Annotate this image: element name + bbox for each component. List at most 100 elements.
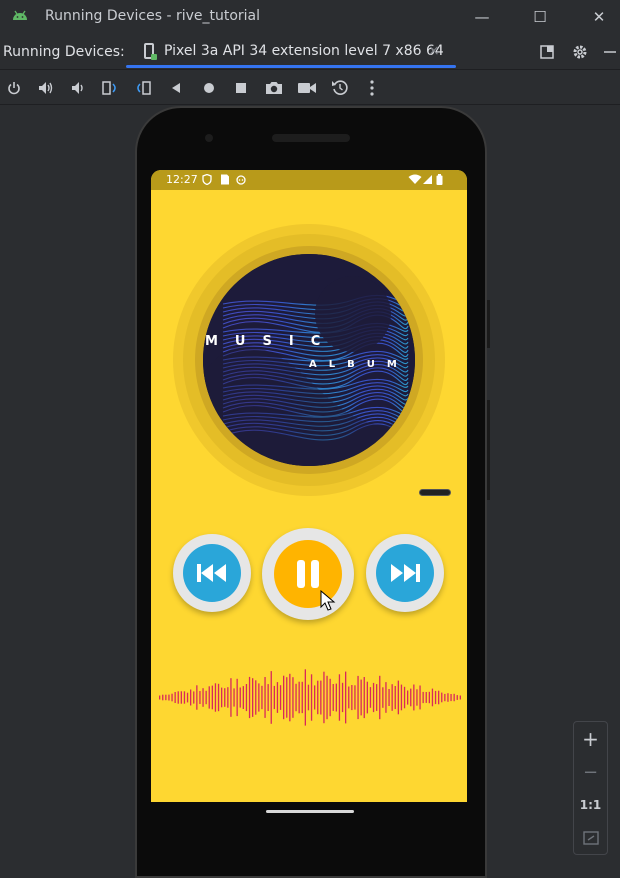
waveform-bar <box>388 689 390 706</box>
waveform-bar <box>264 677 266 718</box>
home-indicator[interactable] <box>266 810 354 813</box>
waveform-bar <box>379 675 381 720</box>
waveform-bar <box>239 687 241 708</box>
zoom-out-button[interactable]: − <box>574 757 607 787</box>
device-toolbar <box>0 71 620 105</box>
power-side-button[interactable] <box>487 300 490 348</box>
waveform-bar <box>304 669 306 726</box>
pause-icon <box>297 560 319 588</box>
layout-icon[interactable] <box>537 42 557 62</box>
gear-icon[interactable] <box>570 42 590 62</box>
waveform-bar <box>438 690 440 705</box>
waveform-bar <box>419 685 421 710</box>
volume-up-icon[interactable] <box>35 77 57 99</box>
close-tab-icon[interactable]: × <box>428 43 440 59</box>
waveform-bar <box>354 685 356 710</box>
waveform-bar <box>310 674 313 721</box>
tool-window-header: Running Devices: Pixel 3a API 34 extensi… <box>0 34 620 70</box>
waveform-bar <box>242 686 244 709</box>
mouse-cursor-icon <box>320 590 336 611</box>
title-bar: Running Devices - rive_tutorial — ☐ ✕ <box>0 0 620 34</box>
waveform-bar <box>450 694 452 702</box>
play-pause-button[interactable] <box>262 528 354 620</box>
waveform-bar <box>369 687 372 708</box>
waveform-bar <box>431 688 434 707</box>
device-tab[interactable]: Pixel 3a API 34 extension level 7 x86 64… <box>126 34 456 70</box>
previous-track-button[interactable] <box>173 534 251 612</box>
running-devices-label: Running Devices: <box>3 44 125 60</box>
waveform-bar <box>211 685 213 710</box>
waveform-bar <box>441 692 443 703</box>
waveform-bar <box>335 683 337 712</box>
waveform-bar <box>258 683 260 712</box>
actual-size-button[interactable]: 1:1 <box>574 790 607 820</box>
waveform-bar <box>245 684 248 712</box>
waveform-bar <box>351 685 353 711</box>
waveform-bar <box>233 688 235 707</box>
maximize-button[interactable]: ☐ <box>529 6 551 28</box>
status-time: 12:27 <box>166 173 198 186</box>
waveform-bar <box>186 692 189 703</box>
minimize-icon[interactable] <box>600 42 620 62</box>
waveform-bar <box>456 695 458 700</box>
waveform-bar <box>190 689 192 706</box>
waveform-bar <box>338 674 341 721</box>
waveform-bar <box>283 675 285 720</box>
waveform-bar <box>177 691 179 704</box>
waveform-bar <box>341 682 344 713</box>
waveform-bar <box>407 690 409 705</box>
waveform-bar <box>357 675 359 720</box>
waveform-bar <box>165 694 167 701</box>
signal-icon <box>423 175 432 184</box>
waveform-bar <box>301 681 303 714</box>
waveform-bar <box>248 676 251 719</box>
next-track-icon <box>391 564 420 582</box>
waveform-bar <box>270 671 272 724</box>
waveform-bar <box>196 685 198 710</box>
record-icon[interactable] <box>296 77 318 99</box>
power-icon[interactable] <box>3 77 25 99</box>
minimize-button[interactable]: — <box>471 6 493 28</box>
waveform-bar <box>376 684 378 711</box>
waveform-bar <box>208 686 210 709</box>
close-button[interactable]: ✕ <box>588 6 610 28</box>
waveform-bar <box>453 693 455 702</box>
reset-icon[interactable] <box>329 77 351 99</box>
waveform-bar <box>168 694 170 701</box>
active-tab-indicator <box>126 65 456 68</box>
waveform-bar <box>348 686 350 709</box>
volume-side-button[interactable] <box>487 400 490 500</box>
waveform-bar <box>394 686 396 710</box>
waveform-bar <box>366 681 368 714</box>
waveform-bar <box>255 680 257 715</box>
waveform-bar <box>267 684 269 711</box>
android-icon <box>13 10 27 20</box>
volume-down-icon[interactable] <box>67 77 89 99</box>
home-icon[interactable] <box>198 77 220 99</box>
back-icon[interactable] <box>165 77 187 99</box>
fit-screen-button[interactable] <box>574 823 607 853</box>
sim-card-icon <box>221 174 229 185</box>
zoom-controls: + − 1:1 <box>573 721 608 855</box>
device-screen[interactable]: 12:27 MUSIC ALBUM <box>151 170 467 802</box>
zoom-in-button[interactable]: + <box>574 724 607 754</box>
waveform-bar <box>422 691 424 704</box>
waveform-bar <box>261 685 263 710</box>
waveform-bar <box>317 680 319 715</box>
waveform-bar <box>298 681 300 714</box>
fit-screen-icon <box>582 831 599 845</box>
camera-icon[interactable] <box>263 77 285 99</box>
rotate-right-icon[interactable] <box>132 77 154 99</box>
rotate-left-icon[interactable] <box>99 77 121 99</box>
waveform-bar <box>372 682 375 713</box>
more-icon[interactable] <box>361 77 383 99</box>
waveform-bar <box>403 686 406 709</box>
waveform-bar <box>180 691 182 704</box>
waveform-bar <box>227 687 229 708</box>
window-title: Running Devices - rive_tutorial <box>45 8 261 24</box>
waveform-bar <box>428 691 430 704</box>
waveform-bar <box>314 685 316 710</box>
waveform-bar <box>279 685 282 710</box>
overview-icon[interactable] <box>230 77 252 99</box>
next-track-button[interactable] <box>366 534 444 612</box>
